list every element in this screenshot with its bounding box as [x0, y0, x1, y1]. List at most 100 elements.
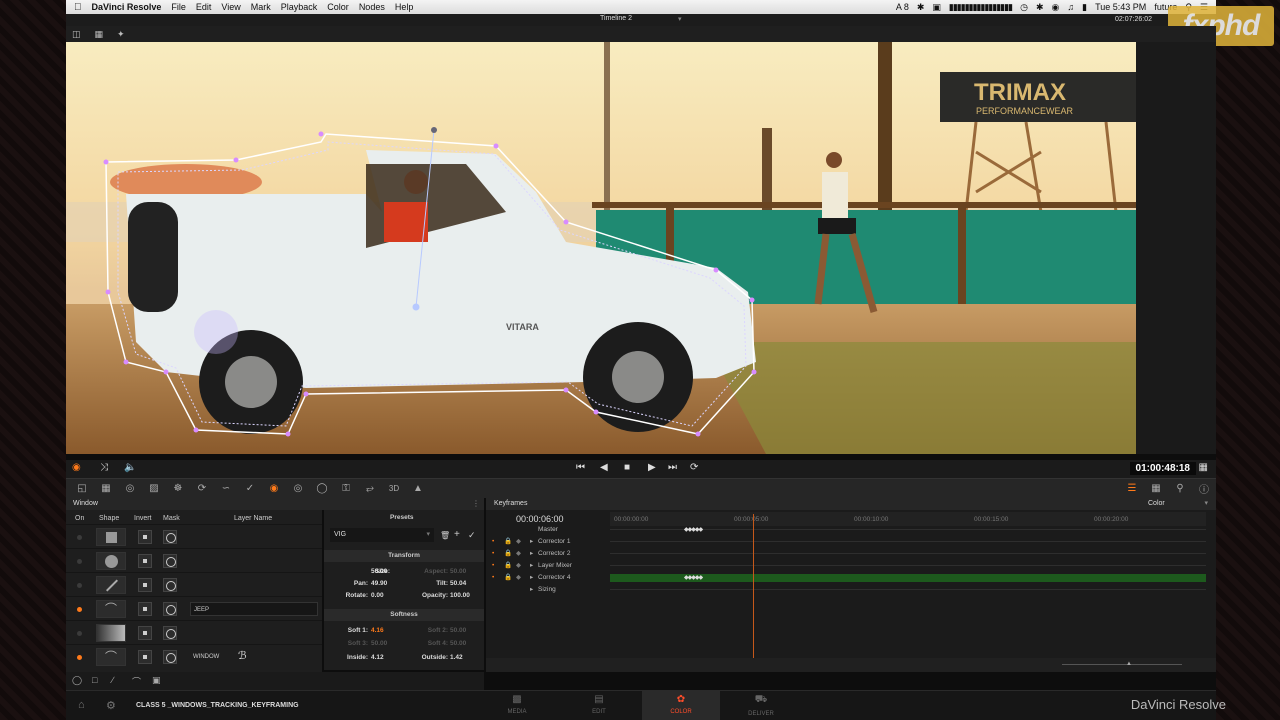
- volume-icon[interactable]: ♫: [1067, 2, 1074, 12]
- keyframe-markers[interactable]: ◆◆◆◆◆: [684, 572, 703, 584]
- polygon-window-button[interactable]: [96, 576, 126, 594]
- inside-value[interactable]: 4.12: [371, 654, 384, 661]
- apply-preset-icon[interactable]: ✓: [468, 530, 476, 541]
- sizing-icon[interactable]: ⥂: [358, 483, 382, 494]
- add-circle-icon[interactable]: ◯: [72, 675, 82, 686]
- layer-name[interactable]: [190, 554, 318, 568]
- chevron-down-icon[interactable]: ▾: [678, 15, 682, 23]
- window-row-window[interactable]: ⌒ WINDOW ℬ: [66, 644, 322, 668]
- window-on-toggle[interactable]: [77, 535, 82, 540]
- linear-window-button[interactable]: [96, 528, 126, 546]
- keyframe-icon[interactable]: ◆: [516, 548, 521, 560]
- rgb-mixer-icon[interactable]: ▨: [142, 483, 166, 494]
- add-preset-icon[interactable]: +: [454, 529, 460, 540]
- key-icon[interactable]: ⚿: [334, 483, 358, 494]
- highlight-icon[interactable]: ✦: [117, 29, 125, 40]
- layer-name[interactable]: [190, 530, 318, 544]
- rotate-value[interactable]: 0.00: [371, 592, 384, 599]
- pan-value[interactable]: 49.90: [371, 580, 387, 587]
- soft3-value[interactable]: 50.00: [371, 640, 387, 647]
- 3d-icon[interactable]: 3D: [382, 484, 406, 493]
- viewer-mode-icon[interactable]: ◉: [72, 462, 81, 473]
- track-layer-mixer[interactable]: • 🔒 ◆ ▸ Layer Mixer: [486, 560, 1216, 572]
- outside-value[interactable]: 1.42: [450, 654, 463, 661]
- window-on-toggle[interactable]: [77, 559, 82, 564]
- gear-status-icon[interactable]: ✱: [917, 2, 925, 13]
- window-row-polygon[interactable]: [66, 572, 322, 596]
- preset-dropdown[interactable]: VIG ▾: [330, 528, 434, 542]
- chevron-down-icon[interactable]: ▾: [1204, 498, 1208, 510]
- time-machine-icon[interactable]: ◷: [1020, 2, 1028, 13]
- page-deliver[interactable]: ⛟ DELIVER: [722, 691, 800, 720]
- circle-window-button[interactable]: [96, 552, 126, 570]
- page-edit[interactable]: ▤ EDIT: [560, 691, 638, 720]
- expand-icon[interactable]: ▸: [530, 560, 533, 572]
- timeline-name[interactable]: Timeline 2: [600, 15, 632, 22]
- camera-raw-icon[interactable]: ◱: [70, 483, 94, 494]
- delete-preset-icon[interactable]: 🗑: [440, 531, 450, 540]
- menu-edit[interactable]: Edit: [196, 2, 212, 12]
- tilt-value[interactable]: 50.04: [450, 580, 466, 587]
- layer-name-field[interactable]: JEEP: [190, 602, 318, 616]
- play-button[interactable]: ▶: [648, 462, 656, 473]
- expand-icon[interactable]: ▸: [530, 584, 533, 596]
- track-sizing[interactable]: ▸ Sizing: [486, 584, 1216, 596]
- color-wheels-icon[interactable]: ◎: [118, 483, 142, 494]
- add-polygon-icon[interactable]: ∕: [112, 675, 114, 685]
- menu-mark[interactable]: Mark: [251, 2, 271, 12]
- keyframe-markers[interactable]: ◆◆◆◆◆: [684, 524, 703, 536]
- window-row-gradient[interactable]: [66, 620, 322, 644]
- menu-help[interactable]: Help: [395, 2, 414, 12]
- keyframe-mode-select[interactable]: Color: [1148, 498, 1165, 510]
- bluetooth-icon[interactable]: ✱: [1036, 2, 1044, 13]
- volume-icon[interactable]: 🔈: [124, 462, 136, 473]
- split-view-icon[interactable]: ◫: [72, 29, 81, 40]
- grid-icon[interactable]: ▦: [1199, 462, 1208, 473]
- window-row-jeep[interactable]: ⌒ JEEP: [66, 596, 322, 620]
- stop-button[interactable]: ■: [624, 462, 630, 473]
- menu-app-name[interactable]: DaVinci Resolve: [92, 2, 162, 12]
- window-on-toggle[interactable]: [77, 655, 82, 660]
- info-icon[interactable]: ⓘ: [1192, 481, 1216, 496]
- lock-icon[interactable]: 🔒: [504, 548, 512, 560]
- window-row-circle[interactable]: [66, 548, 322, 572]
- scopes-icon[interactable]: ▦: [1144, 483, 1168, 494]
- invert-toggle[interactable]: [138, 650, 152, 664]
- step-back-button[interactable]: ◀: [600, 462, 608, 473]
- motion-effects-icon[interactable]: ☸: [166, 483, 190, 494]
- monitor-icon[interactable]: ▣: [932, 2, 941, 13]
- keyframe-icon[interactable]: ◆: [516, 560, 521, 572]
- home-icon[interactable]: ⌂: [78, 699, 85, 711]
- menu-nodes[interactable]: Nodes: [359, 2, 385, 12]
- menubar-clock[interactable]: Tue 5:43 PM: [1095, 2, 1146, 12]
- zoom-slider-handle[interactable]: ▲: [1126, 661, 1132, 667]
- opacity-value[interactable]: 100.00: [450, 592, 470, 599]
- zoom-icon[interactable]: ⚲: [1168, 483, 1192, 494]
- curve-icon[interactable]: ∽: [214, 483, 238, 494]
- menu-view[interactable]: View: [221, 2, 240, 12]
- mask-toggle[interactable]: [163, 626, 177, 640]
- soft4-value[interactable]: 50.00: [450, 640, 466, 647]
- menu-color[interactable]: Color: [327, 2, 349, 12]
- keyframe-icon[interactable]: ◆: [516, 536, 521, 548]
- page-color[interactable]: ✿ COLOR: [642, 691, 720, 720]
- window-on-toggle[interactable]: [77, 631, 82, 636]
- track-master[interactable]: Master ◆◆◆◆◆: [486, 524, 1216, 536]
- mask-toggle[interactable]: [163, 554, 177, 568]
- gradient-window-button[interactable]: [96, 624, 126, 642]
- color-match-icon[interactable]: ▦: [94, 483, 118, 494]
- curve-window-button[interactable]: ⌒: [96, 600, 126, 618]
- lock-icon[interactable]: 🔒: [504, 572, 512, 584]
- gallery-icon[interactable]: ▦: [95, 29, 104, 40]
- window-on-toggle[interactable]: [77, 607, 82, 612]
- track-corrector-1[interactable]: • 🔒 ◆ ▸ Corrector 1: [486, 536, 1216, 548]
- invert-toggle[interactable]: [138, 554, 152, 568]
- window-row-linear[interactable]: [66, 524, 322, 548]
- invert-toggle[interactable]: [138, 602, 152, 616]
- invert-toggle[interactable]: [138, 626, 152, 640]
- lock-icon[interactable]: 🔒: [504, 536, 512, 548]
- invert-toggle[interactable]: [138, 578, 152, 592]
- curve-window-button[interactable]: ⌒: [96, 648, 126, 666]
- window-center-handle[interactable]: [412, 303, 420, 311]
- lock-icon[interactable]: 🔒: [504, 560, 512, 572]
